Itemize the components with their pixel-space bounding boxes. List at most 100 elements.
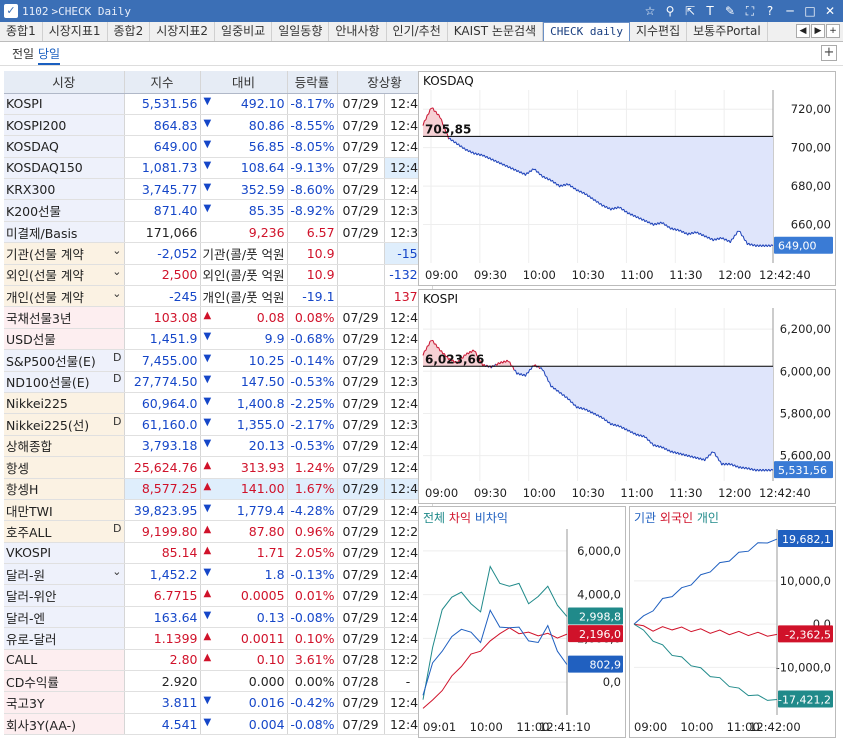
table-row[interactable]: S&P500선물(E) D 7,455.00 ▼ 10.25 -0.14% 07/29 12:… bbox=[4, 349, 433, 372]
flow-date bbox=[337, 264, 385, 287]
tab-3[interactable]: 시장지표2 bbox=[150, 22, 216, 41]
dropdown-icon[interactable]: ⌄ bbox=[112, 244, 121, 257]
table-row[interactable]: KRX300 3,745.77 ▼ 352.59 -8.60% 07/29 12:42 bbox=[4, 178, 433, 201]
update-date: 07/28 bbox=[337, 670, 385, 693]
price-line-segment bbox=[547, 381, 550, 383]
close-icon[interactable]: ✕ bbox=[821, 2, 839, 20]
tab-next-icon[interactable]: ▶ bbox=[811, 24, 825, 38]
investor-flow-chart-panel[interactable]: 09:00 10:00 11:00 12:42:00 10,000,0 0,0 -10,00… bbox=[629, 506, 836, 738]
series-line-개인 bbox=[633, 623, 778, 701]
table-row[interactable]: 회사3Y(AA-) 4.541 ▼ 0.004 -0.08% 07/29 12:42 bbox=[4, 713, 433, 736]
change-rate: -0.53% bbox=[287, 435, 338, 458]
table-row[interactable]: K200선물 871.40 ▼ 85.35 -8.92% 07/29 12:32 bbox=[4, 199, 433, 222]
tab-10[interactable]: 지수편집 bbox=[630, 22, 688, 41]
table-row[interactable]: KOSDAQ 649.00 ▼ 56.85 -8.05% 07/29 12:42 bbox=[4, 135, 433, 158]
star-icon[interactable]: ☆ bbox=[641, 2, 659, 20]
change-rate: -0.08% bbox=[287, 713, 338, 736]
index-value: 8,577.25 bbox=[124, 478, 201, 500]
table-row[interactable]: VKOSPI 85.14 ▲ 1.71 2.05% 07/29 12:42 bbox=[4, 542, 433, 565]
tab-2[interactable]: 종합2 bbox=[108, 22, 151, 41]
kospi-chart-panel[interactable]: 09:00 09:30 10:00 10:30 11:00 11:30 12:00 12:42… bbox=[418, 289, 836, 504]
update-date: 07/29 bbox=[337, 520, 385, 543]
table-row[interactable]: KOSPI200 864.83 ▼ 80.86 -8.55% 07/29 12:42 bbox=[4, 114, 433, 137]
market-name: 달러-원 ⌄ bbox=[4, 563, 125, 586]
table-row[interactable]: 호주ALL D 9,199.80 ▲ 87.80 0.96% 07/29 12:22 bbox=[4, 520, 433, 543]
price-line-segment bbox=[424, 119, 427, 122]
table-row[interactable]: 달러-위안 6.7715 ▲ 0.0005 0.01% 07/29 12:42 bbox=[4, 584, 433, 607]
change-text: 1.8 bbox=[264, 566, 285, 582]
table-row[interactable]: KOSPI 5,531.56 ▼ 492.10 -8.17% 07/29 12:42 bbox=[4, 93, 433, 115]
table-row[interactable]: 국채선물3년 103.08 ▲ 0.08 0.08% 07/29 12:42 bbox=[4, 306, 433, 329]
down-arrow-icon: ▼ bbox=[203, 331, 212, 343]
fullscreen-icon[interactable]: ⛶ bbox=[741, 2, 759, 20]
table-row[interactable]: CALL 2.80 ▲ 0.10 3.61% 07/28 12:25 bbox=[4, 649, 433, 672]
last-value-label-차익: 2,196,0 bbox=[579, 628, 621, 641]
table-row[interactable]: 개인(선물 계약 ⌄ -245 개인(콜/풋 억원 -19.1 137.4 bbox=[4, 285, 433, 308]
header-rate[interactable]: 등락률 bbox=[287, 71, 338, 94]
settings-icon[interactable]: ✎ bbox=[721, 2, 739, 20]
market-name-text: 호주ALL bbox=[6, 525, 52, 540]
index-value: 27,774.50 bbox=[124, 371, 201, 393]
tab-prev-icon[interactable]: ◀ bbox=[796, 24, 810, 38]
table-row[interactable]: 항셍 25,624.76 ▲ 313.93 1.24% 07/29 12:42 bbox=[4, 456, 433, 479]
table-row[interactable]: 대만TWI 39,823.95 ▼ 1,779.4 -4.28% 07/29 12:42 bbox=[4, 499, 433, 522]
subtab-today[interactable]: 당일 bbox=[38, 45, 61, 65]
change-rate: 0.96% bbox=[287, 520, 338, 543]
market-name-text: 항셍H bbox=[6, 482, 39, 498]
table-row[interactable]: 국고3Y 3.811 ▼ 0.016 -0.42% 07/29 12:40 bbox=[4, 691, 433, 714]
program-trading-chart-panel[interactable]: 09:0110:0011:0012:41:106,000,04,000,02,0… bbox=[418, 506, 626, 738]
tab-add-icon[interactable]: + bbox=[826, 24, 840, 38]
table-row[interactable]: 달러-원 ⌄ 1,452.2 ▼ 1.8 -0.13% 07/29 12:42 bbox=[4, 563, 433, 586]
subtab-prev-day[interactable]: 전일 bbox=[12, 45, 34, 62]
table-row[interactable]: Nikkei225 60,964.0 ▼ 1,400.8 -2.25% 07/29 12:4… bbox=[4, 392, 433, 415]
change-value: ▲ 313.93 bbox=[200, 456, 288, 479]
x-tick-label: 10:00 bbox=[523, 486, 556, 500]
market-name-text: 달러-원 bbox=[6, 567, 46, 583]
link-icon[interactable]: ⚲ bbox=[661, 2, 679, 20]
table-row[interactable]: 외인(선물 계약 ⌄ 2,500 외인(콜/풋 억원 10.9 -132.7 bbox=[4, 264, 433, 287]
table-row[interactable]: 달러-엔 163.64 ▼ 0.13 -0.08% 07/29 12:42 bbox=[4, 606, 433, 629]
market-name: 상해종합 bbox=[4, 435, 125, 458]
table-row[interactable]: 미결제/Basis 171,066 9,236 6.57 07/29 12:32 bbox=[4, 221, 433, 244]
header-index[interactable]: 지수 bbox=[124, 71, 201, 94]
market-name-text: KOSDAQ150 bbox=[6, 160, 83, 176]
change-text: 0.004 bbox=[248, 716, 285, 732]
tab-5[interactable]: 일일동향 bbox=[272, 22, 330, 41]
change-rate: -2.17% bbox=[287, 413, 338, 436]
table-row[interactable]: ND100선물(E) D 27,774.50 ▼ 147.50 -0.53% 07/29 12… bbox=[4, 371, 433, 393]
table-row[interactable]: USD선물 1,451.9 ▼ 9.9 -0.68% 07/29 12:42 bbox=[4, 328, 433, 351]
kosdaq-chart-panel[interactable]: 09:00 09:30 10:00 10:30 11:00 11:30 12:00 12:42… bbox=[418, 71, 836, 286]
table-row[interactable]: 기관(선물 계약 ⌄ -2,052 기관(콜/풋 억원 10.9 -15.0 bbox=[4, 242, 433, 265]
tab-7[interactable]: 인기/추천 bbox=[387, 22, 448, 41]
tab-11[interactable]: 보통주Portal bbox=[687, 22, 768, 41]
table-row[interactable]: 상해종합 3,793.18 ▼ 20.13 -0.53% 07/29 12:42 bbox=[4, 435, 433, 458]
table-row[interactable]: Nikkei225(선) D 61,160.0 ▼ 1,355.0 -2.17% 07/29… bbox=[4, 413, 433, 436]
tab-4[interactable]: 일중비교 bbox=[215, 22, 273, 41]
export-icon[interactable]: ⇱ bbox=[681, 2, 699, 20]
dropdown-icon[interactable]: ⌄ bbox=[112, 565, 121, 578]
dropdown-icon[interactable]: ⌄ bbox=[112, 265, 121, 278]
text-icon[interactable]: T bbox=[701, 2, 719, 20]
add-button[interactable]: + bbox=[821, 45, 837, 61]
down-arrow-icon: ▼ bbox=[203, 695, 212, 707]
table-row[interactable]: 유로-달러 1.1399 ▲ 0.0011 0.10% 07/29 12:42 bbox=[4, 627, 433, 650]
tab-6[interactable]: 안내사항 bbox=[329, 22, 387, 41]
down-arrow-icon: ▼ bbox=[203, 395, 212, 407]
table-row[interactable]: CD수익률 2.920 0.000 0.00% 07/28- bbox=[4, 670, 433, 693]
table-row[interactable]: KOSDAQ150 1,081.73 ▼ 108.64 -9.13% 07/29 12:42 bbox=[4, 157, 433, 180]
maximize-icon[interactable]: □ bbox=[801, 2, 819, 20]
index-value: 1,081.73 bbox=[124, 157, 201, 180]
tab-1[interactable]: 시장지표1 bbox=[43, 22, 108, 41]
market-name-text: CD수익률 bbox=[6, 674, 59, 690]
y-tick-label: 680,00 bbox=[791, 179, 831, 193]
x-tick-label: 12:00 bbox=[718, 486, 751, 500]
header-market[interactable]: 시장 bbox=[4, 71, 125, 94]
minimize-icon[interactable]: ─ bbox=[781, 2, 799, 20]
tab-9[interactable]: CHECK daily bbox=[543, 22, 630, 41]
dropdown-icon[interactable]: ⌄ bbox=[112, 287, 121, 300]
tab-8[interactable]: KAIST 논문검색 bbox=[448, 22, 544, 41]
tab-0[interactable]: 종합1 bbox=[0, 22, 43, 41]
help-icon[interactable]: ? bbox=[761, 2, 779, 20]
table-row[interactable]: 항셍H 8,577.25 ▲ 141.00 1.67% 07/29 12:42 bbox=[4, 478, 433, 500]
header-change[interactable]: 대비 bbox=[200, 71, 288, 94]
